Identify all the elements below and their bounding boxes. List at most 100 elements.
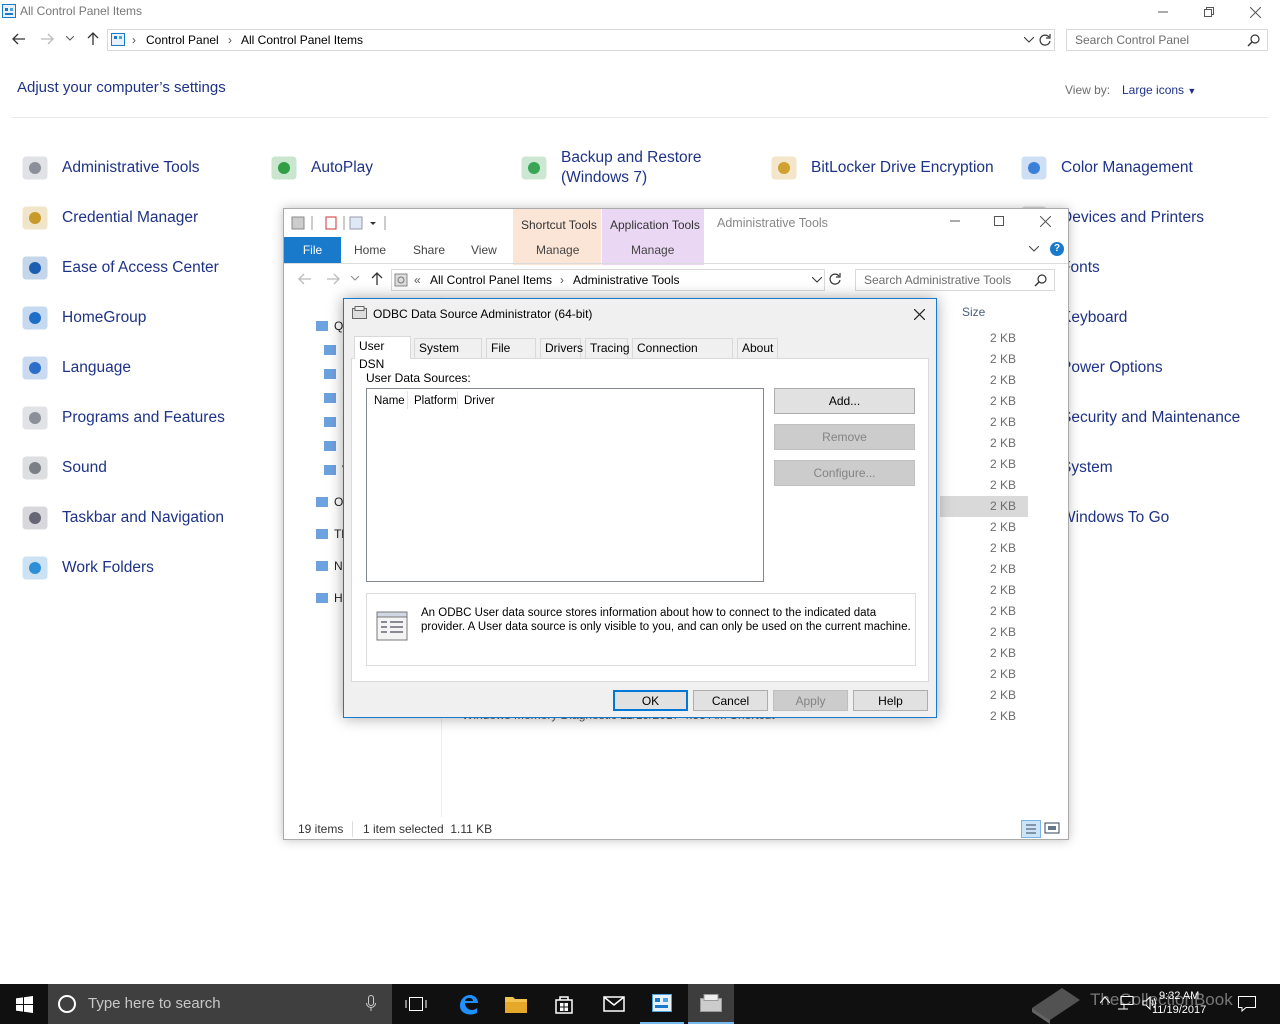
minimize-button[interactable] [1140, 0, 1186, 24]
size-cell[interactable]: 2 KB [940, 538, 1028, 559]
size-cell[interactable]: 2 KB [940, 391, 1028, 412]
column-driver[interactable]: Driver [464, 395, 495, 407]
size-cell[interactable]: 2 KB [940, 370, 1028, 391]
breadcrumb-admin-tools[interactable]: Administrative Tools [573, 273, 680, 287]
explorer-up-button[interactable] [370, 272, 384, 286]
size-cell[interactable]: 2 KB [940, 454, 1028, 475]
tab-file-dsn[interactable]: File DSN [486, 338, 536, 373]
tab-view[interactable]: View [471, 243, 497, 257]
explorer-minimize-button[interactable] [932, 209, 978, 233]
explorer-maximize-button[interactable] [976, 209, 1022, 233]
explorer-refresh-icon[interactable] [828, 272, 842, 286]
size-cell[interactable]: 2 KB [940, 496, 1028, 517]
back-button[interactable] [12, 32, 26, 46]
details-view-icon[interactable] [1021, 820, 1041, 838]
cp-item[interactable]: Taskbar and Navigation [18, 498, 224, 538]
cp-item[interactable]: Programs and Features [18, 398, 225, 438]
breadcrumb-control-panel[interactable]: Control Panel [146, 33, 219, 47]
forward-button[interactable] [40, 32, 54, 46]
cp-item[interactable]: Language [18, 348, 131, 388]
help-icon[interactable]: ? [1050, 242, 1064, 256]
cp-item[interactable]: Ease of Access Center [18, 248, 219, 288]
cp-item[interactable]: Sound [18, 448, 107, 488]
address-dropdown-icon[interactable] [1024, 37, 1034, 43]
recent-dropdown-icon[interactable] [66, 36, 74, 42]
size-cell[interactable]: 2 KB [940, 433, 1028, 454]
size-column-header[interactable]: Size [962, 305, 985, 319]
cp-item[interactable]: Credential Manager [18, 198, 198, 238]
large-icons-view-icon[interactable] [1044, 821, 1060, 835]
address-bar[interactable]: › Control Panel › All Control Panel Item… [107, 29, 1055, 51]
column-platform[interactable]: Platform [414, 395, 457, 407]
size-cell[interactable]: 2 KB [940, 685, 1028, 706]
cp-item[interactable]: Color Management [1017, 148, 1193, 188]
search-control-panel-input[interactable]: Search Control Panel [1066, 29, 1268, 51]
store-icon[interactable] [542, 984, 586, 1024]
refresh-icon[interactable] [1038, 33, 1052, 47]
tab-drivers[interactable]: Drivers [540, 338, 583, 358]
size-cell[interactable]: 2 KB [940, 643, 1028, 664]
explorer-recent-icon[interactable] [351, 276, 359, 282]
add-button[interactable]: Add... [774, 388, 915, 414]
dialog-close-button[interactable] [904, 303, 934, 325]
action-center-icon[interactable] [1238, 996, 1256, 1012]
size-cell[interactable]: 2 KB [940, 349, 1028, 370]
configure-button[interactable]: Configure... [774, 460, 915, 486]
tab-share[interactable]: Share [413, 243, 445, 257]
file-explorer-icon[interactable] [494, 984, 538, 1024]
tab-system-dsn[interactable]: System DSN [414, 338, 482, 373]
breadcrumb-overflow[interactable]: « [414, 273, 421, 287]
cp-item[interactable]: BitLocker Drive Encryption [767, 148, 994, 188]
cp-item[interactable]: HomeGroup [18, 298, 146, 338]
tab-about[interactable]: About [737, 338, 778, 358]
address-dropdown-icon[interactable] [812, 277, 822, 283]
size-cell[interactable]: 2 KB [940, 412, 1028, 433]
column-name[interactable]: Name [374, 395, 405, 407]
cp-item[interactable]: Work Folders [18, 548, 154, 588]
explorer-forward-button[interactable] [326, 272, 340, 286]
size-cell[interactable]: 2 KB [940, 664, 1028, 685]
help-button[interactable]: Help [853, 690, 928, 711]
explorer-address-bar[interactable]: « All Control Panel Items › Administrati… [391, 269, 825, 291]
tab-manage-shortcut[interactable]: Manage [536, 243, 579, 257]
size-cell[interactable]: 2 KB [940, 517, 1028, 538]
close-button[interactable] [1232, 0, 1278, 24]
size-cell[interactable]: 2 KB [940, 580, 1028, 601]
ribbon-expand-icon[interactable] [1029, 246, 1039, 252]
control-panel-taskbar-icon[interactable] [640, 984, 684, 1024]
tab-home[interactable]: Home [354, 243, 386, 257]
restore-button[interactable] [1186, 0, 1232, 24]
clock[interactable]: 9:32 AM 11/19/2017 [1152, 989, 1206, 1017]
tab-user-dsn[interactable]: User DSN [354, 336, 411, 371]
size-cell[interactable]: 2 KB [940, 559, 1028, 580]
apply-button[interactable]: Apply [773, 690, 848, 711]
cp-item[interactable]: AutoPlay [267, 148, 373, 188]
cp-item[interactable]: Backup and Restore (Windows 7) [517, 148, 721, 188]
tab-tracing[interactable]: Tracing [585, 338, 630, 358]
edge-icon[interactable] [446, 984, 490, 1024]
task-view-icon[interactable] [396, 984, 436, 1024]
explorer-back-button[interactable] [298, 272, 312, 286]
search-admin-tools-input[interactable]: Search Administrative Tools [855, 269, 1055, 291]
odbc-taskbar-icon[interactable] [688, 984, 734, 1024]
start-button[interactable] [0, 984, 48, 1024]
view-by-dropdown[interactable]: Large icons ▼ [1122, 83, 1196, 97]
taskbar-search-box[interactable]: Type here to search [48, 984, 392, 1024]
size-cell[interactable]: 2 KB [940, 622, 1028, 643]
cancel-button[interactable]: Cancel [693, 690, 768, 711]
show-hidden-icons[interactable] [1100, 996, 1110, 1004]
cp-item[interactable]: Administrative Tools [18, 148, 200, 188]
explorer-close-button[interactable] [1022, 209, 1068, 233]
breadcrumb-all-items[interactable]: All Control Panel Items [241, 33, 363, 47]
size-cell[interactable]: 2 KB [940, 475, 1028, 496]
size-cell[interactable]: 2 KB [940, 706, 1028, 727]
user-data-sources-list[interactable]: Name Platform Driver [366, 388, 764, 582]
tab-manage-application[interactable]: Manage [631, 243, 674, 257]
remove-button[interactable]: Remove [774, 424, 915, 450]
mail-icon[interactable] [592, 984, 636, 1024]
size-cell[interactable]: 2 KB [940, 601, 1028, 622]
tab-connection-pooling[interactable]: Connection Pooling [632, 338, 733, 373]
up-button[interactable] [86, 32, 100, 46]
microphone-icon[interactable] [366, 995, 376, 1012]
size-cell[interactable]: 2 KB [940, 328, 1028, 349]
